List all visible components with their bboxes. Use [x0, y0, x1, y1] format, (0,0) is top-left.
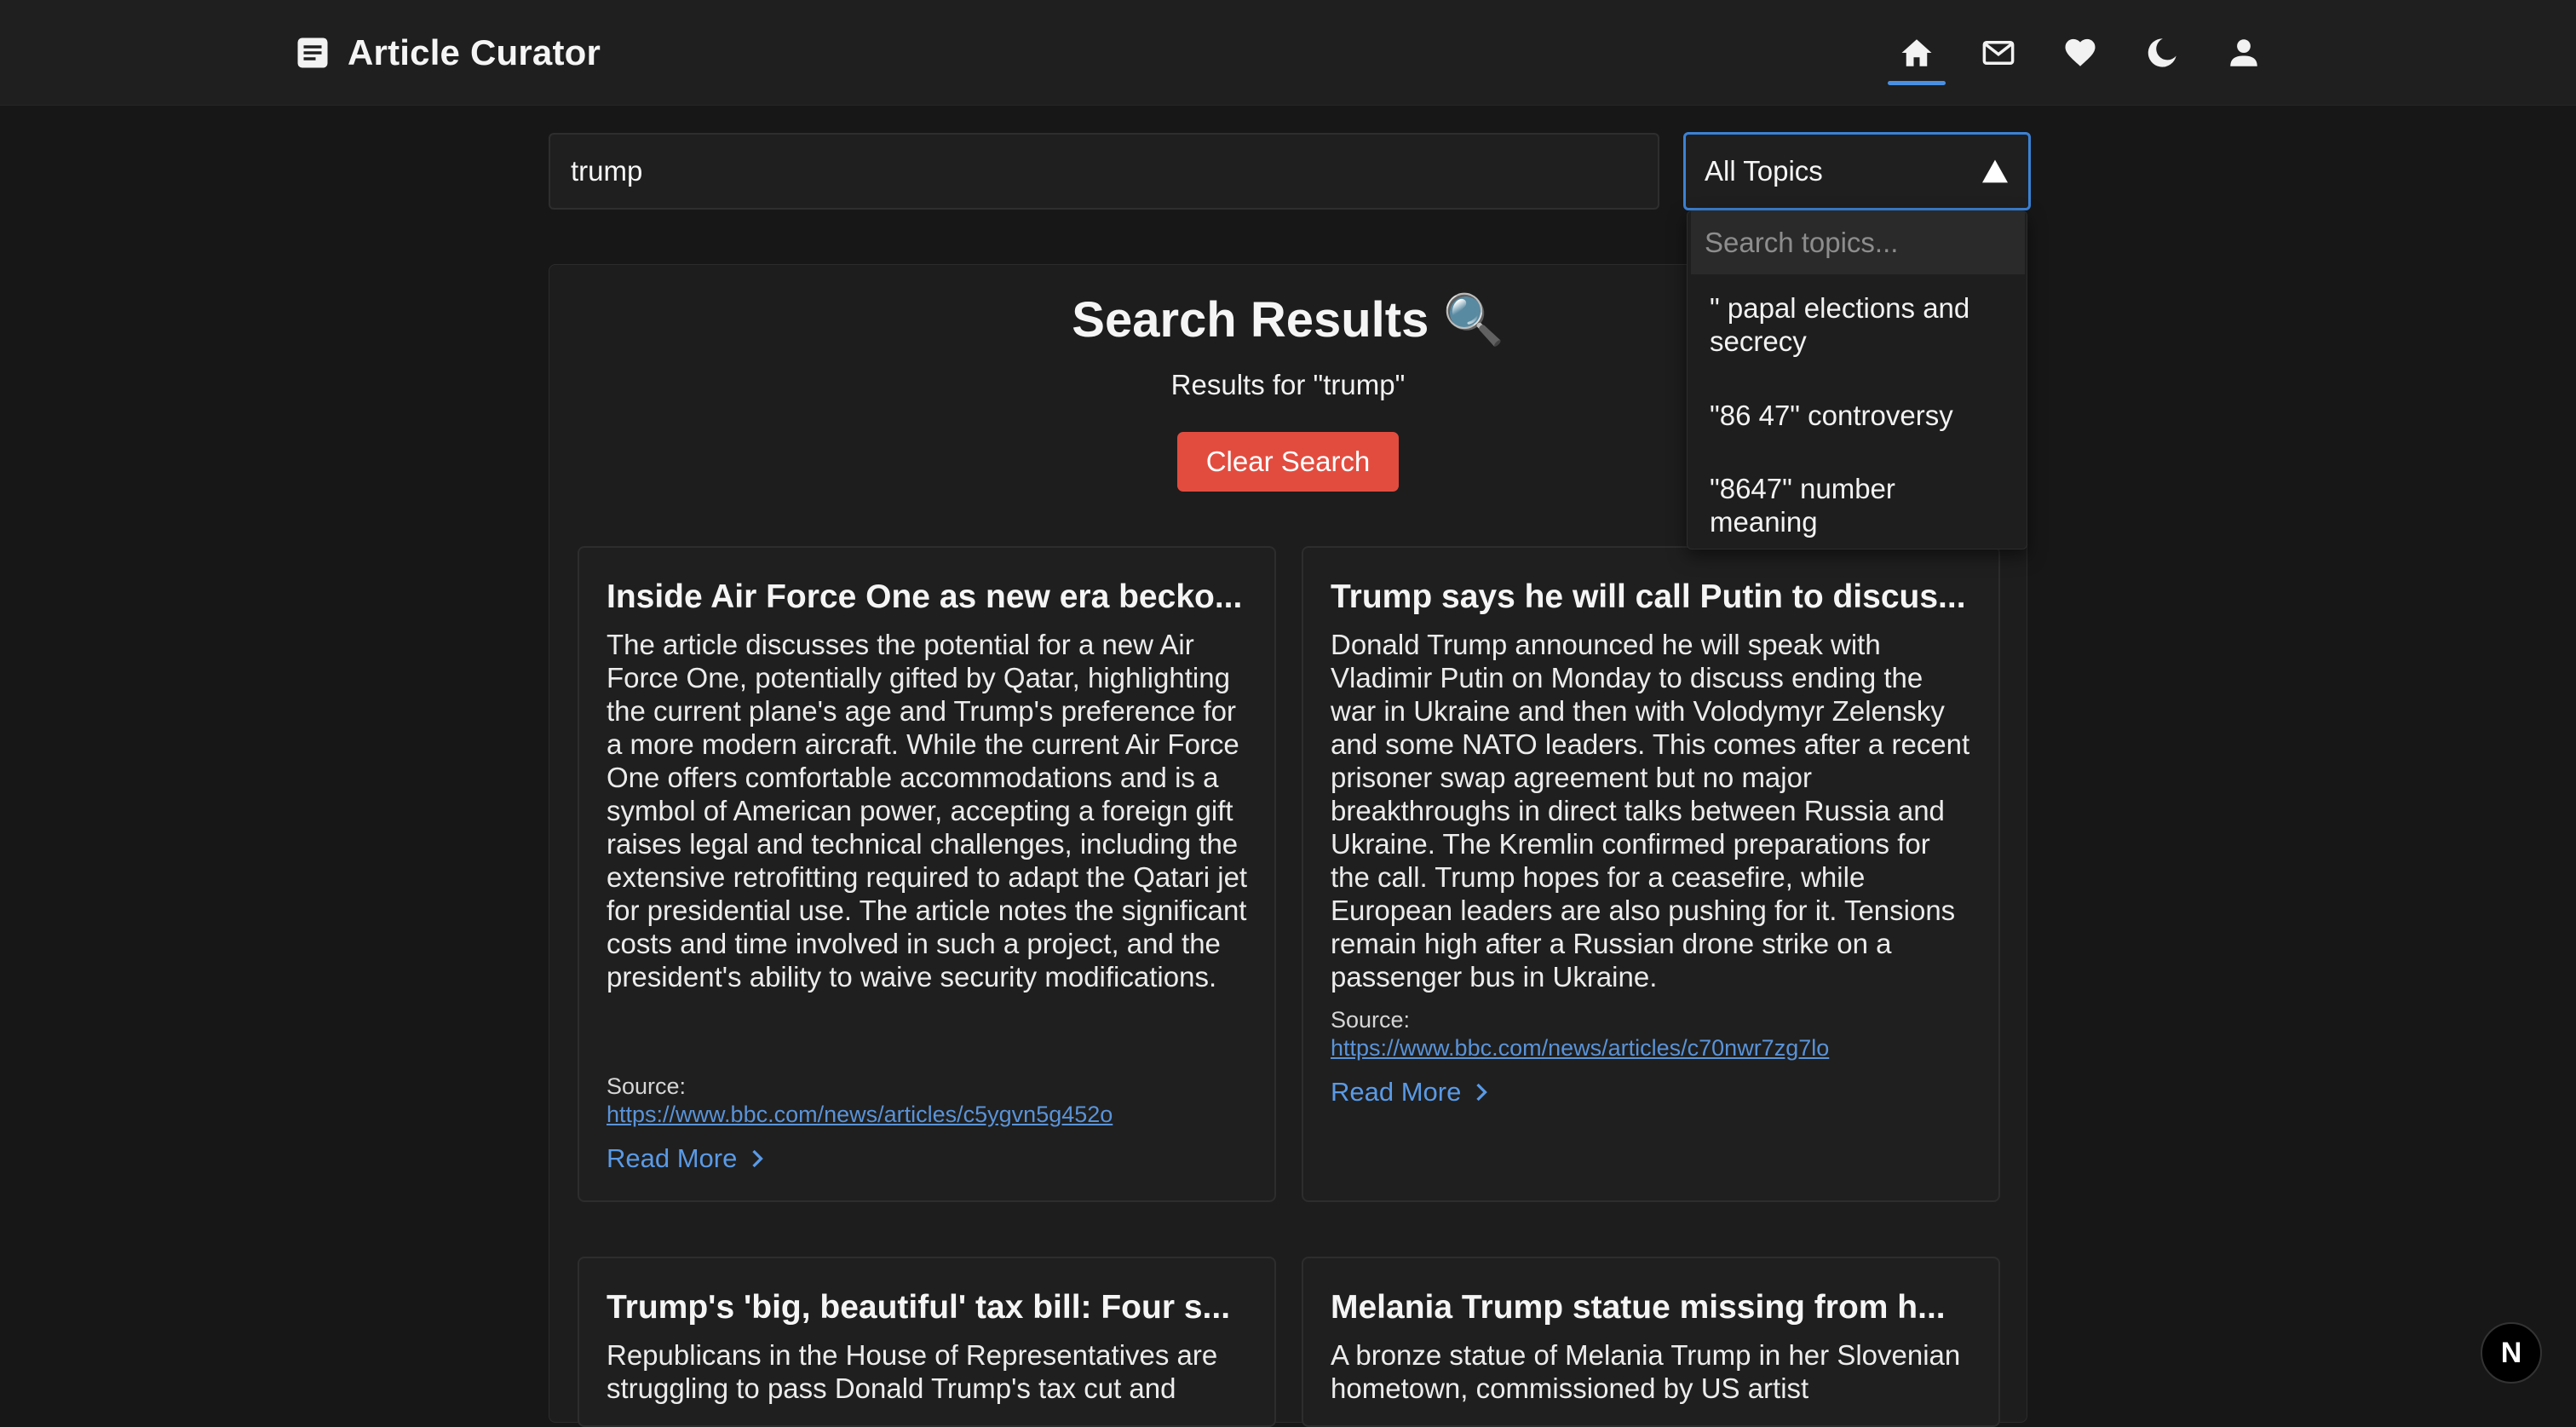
- article-title[interactable]: Inside Air Force One as new era becko...: [607, 578, 1251, 616]
- brand[interactable]: Article Curator: [295, 29, 601, 77]
- results-heading: Search Results 🔍: [0, 291, 2576, 349]
- nav-home-button[interactable]: [1883, 20, 1951, 85]
- article-source-label: Source:: [607, 1073, 687, 1099]
- nav-theme-toggle[interactable]: [2128, 20, 2196, 85]
- caret-up-icon: [1982, 159, 2008, 183]
- article-source-link[interactable]: https://www.bbc.com/news/articles/c5ygvn…: [607, 1102, 1113, 1128]
- nav-profile-button[interactable]: [2210, 20, 2278, 85]
- chevron-right-icon: [752, 1149, 764, 1168]
- results-heading-text: Search Results: [1072, 292, 1429, 348]
- chevron-right-icon: [1476, 1083, 1488, 1102]
- next-dev-badge-label: N: [2500, 1336, 2522, 1369]
- magnifier-icon: 🔍: [1442, 292, 1504, 348]
- home-icon: [1901, 39, 1932, 66]
- article-summary: Donald Trump announced he will speak wit…: [1331, 629, 1970, 993]
- nav-favorites-button[interactable]: [2046, 20, 2114, 85]
- topic-option[interactable]: "86 47" controversy: [1691, 399, 2025, 432]
- topic-search-input[interactable]: [1691, 211, 2025, 274]
- user-icon: [2230, 39, 2257, 66]
- read-more-label: Read More: [607, 1143, 738, 1173]
- article-summary: The article discusses the potential for …: [607, 629, 1248, 993]
- topic-option[interactable]: " papal elections and secrecy: [1691, 291, 2025, 358]
- document-icon: [297, 37, 328, 68]
- topic-select-value: All Topics: [1705, 155, 1823, 187]
- topic-dropdown: " papal elections and secrecy "86 47" co…: [1687, 210, 2027, 550]
- article-title[interactable]: Trump says he will call Putin to discus.…: [1331, 578, 1975, 616]
- top-navbar: Article Curator: [0, 0, 2576, 106]
- results-subtitle: Results for "trump": [1170, 369, 1406, 400]
- article-card[interactable]: Melania Trump statue missing from h... A…: [1302, 1257, 2000, 1427]
- moon-icon: [2148, 38, 2176, 67]
- topic-select[interactable]: All Topics: [1683, 132, 2031, 210]
- article-source-label: Source:: [1331, 1007, 1411, 1033]
- read-more-link[interactable]: Read More: [607, 1143, 766, 1174]
- article-card[interactable]: Trump says he will call Putin to discus.…: [1302, 546, 2000, 1202]
- article-summary: A bronze statue of Melania Trump in her …: [1331, 1339, 1961, 1404]
- brand-title: Article Curator: [348, 32, 601, 72]
- article-title[interactable]: Melania Trump statue missing from h...: [1331, 1289, 1975, 1326]
- article-summary: Republicans in the House of Representati…: [607, 1339, 1218, 1404]
- mail-icon: [1982, 41, 2015, 65]
- read-more-link[interactable]: Read More: [1331, 1077, 1490, 1108]
- article-card[interactable]: Trump's 'big, beautiful' tax bill: Four …: [578, 1257, 1276, 1427]
- next-dev-badge[interactable]: N: [2481, 1322, 2542, 1384]
- topic-option[interactable]: "8647" number meaning: [1691, 472, 2025, 538]
- article-title[interactable]: Trump's 'big, beautiful' tax bill: Four …: [607, 1289, 1251, 1326]
- nav-mail-button[interactable]: [1964, 20, 2033, 85]
- article-card[interactable]: Inside Air Force One as new era becko...…: [578, 546, 1276, 1202]
- read-more-label: Read More: [1331, 1077, 1462, 1107]
- heart-icon: [2065, 38, 2096, 66]
- search-input[interactable]: [549, 133, 1659, 210]
- article-source-link[interactable]: https://www.bbc.com/news/articles/c70nwr…: [1331, 1035, 1829, 1062]
- clear-search-button[interactable]: Clear Search: [1177, 432, 1399, 492]
